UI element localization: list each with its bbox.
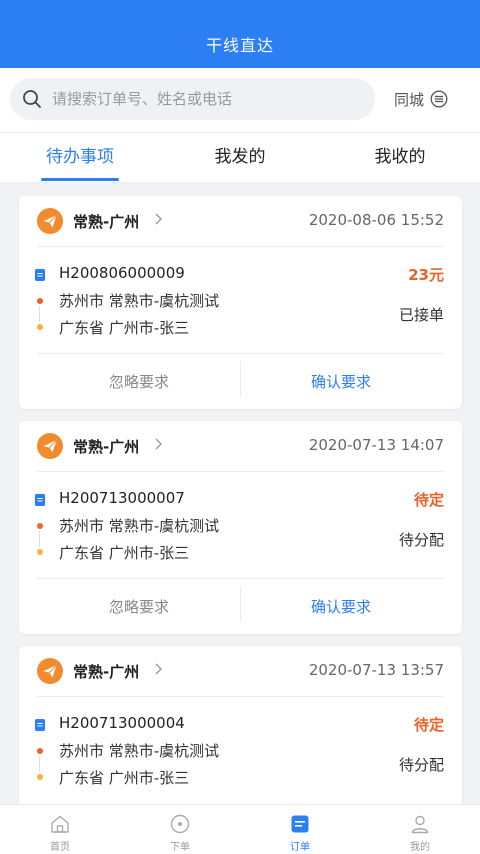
paper-plane-icon bbox=[37, 658, 63, 684]
destination-address: 广东省 广州市-张三 bbox=[59, 319, 190, 337]
order-price: 待定 bbox=[413, 491, 444, 509]
origin-dot bbox=[37, 523, 43, 529]
page-title: 干线直达 bbox=[205, 36, 274, 55]
nav-place-order-label: 下单 bbox=[170, 842, 190, 853]
paper-plane-icon bbox=[37, 433, 63, 459]
route-connector bbox=[39, 306, 40, 322]
tab-sent-label: 我发的 bbox=[214, 147, 266, 167]
nav-home[interactable]: 首页 bbox=[0, 805, 120, 854]
order-card-header[interactable]: 常熟-广州 2020-08-06 15:52 bbox=[19, 196, 462, 246]
tab-received-label: 我收的 bbox=[374, 147, 426, 167]
order-doc-icon bbox=[35, 719, 45, 731]
order-number: H200806000009 bbox=[59, 264, 185, 282]
route-connector bbox=[39, 756, 40, 772]
nav-orders-label: 订单 bbox=[290, 842, 310, 853]
order-doc-icon bbox=[35, 269, 45, 281]
order-time: 2020-08-06 15:52 bbox=[308, 211, 444, 229]
divider bbox=[37, 696, 444, 697]
order-card[interactable]: 常熟-广州 2020-07-13 13:57 H200713000004 待定 … bbox=[19, 646, 462, 804]
order-doc-icon bbox=[35, 494, 45, 506]
destination-address: 广东省 广州市-张三 bbox=[59, 544, 190, 562]
origin-dot bbox=[37, 298, 43, 304]
order-status: 待分配 bbox=[398, 756, 444, 774]
route-connector bbox=[39, 531, 40, 547]
chevron-right-icon bbox=[155, 663, 162, 675]
tab-active-indicator bbox=[41, 178, 119, 181]
order-card-header[interactable]: 常熟-广州 2020-07-13 13:57 bbox=[19, 646, 462, 696]
order-card[interactable]: 常熟-广州 2020-08-06 15:52 H200806000009 23元… bbox=[19, 196, 462, 409]
nav-home-label: 首页 bbox=[50, 842, 70, 853]
destination-dot bbox=[37, 324, 43, 330]
route-label: 常熟-广州 bbox=[73, 438, 140, 456]
tab-sent[interactable]: 我发的 bbox=[160, 133, 320, 183]
home-icon bbox=[51, 815, 69, 833]
origin-address: 苏州市 常熟市-虞杭测试 bbox=[59, 292, 220, 310]
ignore-request-button[interactable]: 忽略要求 bbox=[39, 596, 239, 617]
search-box[interactable] bbox=[10, 78, 375, 120]
nav-profile[interactable]: 我的 bbox=[360, 805, 480, 854]
order-status: 待分配 bbox=[398, 531, 444, 549]
place-order-icon bbox=[170, 814, 190, 834]
bottom-nav: 首页 下单 订单 我的 bbox=[0, 804, 480, 854]
search-input[interactable] bbox=[52, 78, 367, 120]
order-time: 2020-07-13 14:07 bbox=[308, 436, 444, 454]
destination-address: 广东省 广州市-张三 bbox=[59, 769, 190, 787]
order-number: H200713000004 bbox=[59, 714, 185, 732]
order-card[interactable]: 常熟-广州 2020-07-13 14:07 H200713000007 待定 … bbox=[19, 421, 462, 634]
destination-dot bbox=[37, 549, 43, 555]
route-label: 常熟-广州 bbox=[73, 663, 140, 681]
chevron-right-icon bbox=[155, 213, 162, 225]
paper-plane-icon bbox=[37, 208, 63, 234]
card-actions: 忽略要求 确认要求 bbox=[19, 353, 462, 409]
top-bar: 干线直达 bbox=[0, 0, 480, 68]
profile-icon bbox=[411, 815, 429, 834]
tab-todo[interactable]: 待办事项 bbox=[0, 133, 160, 183]
nav-orders[interactable]: 订单 bbox=[240, 805, 360, 854]
order-price: 待定 bbox=[413, 716, 444, 734]
tab-received[interactable]: 我收的 bbox=[320, 133, 480, 183]
order-number: H200713000007 bbox=[59, 489, 185, 507]
destination-dot bbox=[37, 774, 43, 780]
nav-profile-label: 我的 bbox=[410, 842, 430, 853]
order-list[interactable]: 常熟-广州 2020-08-06 15:52 H200806000009 23元… bbox=[0, 182, 480, 804]
tab-bar: 待办事项 我发的 我收的 bbox=[0, 132, 480, 182]
search-bar: 同城 bbox=[0, 68, 480, 132]
nav-place-order[interactable]: 下单 bbox=[120, 805, 240, 854]
origin-address: 苏州市 常熟市-虞杭测试 bbox=[59, 742, 220, 760]
search-icon bbox=[23, 90, 41, 108]
order-price: 23元 bbox=[408, 266, 444, 284]
order-card-header[interactable]: 常熟-广州 2020-07-13 14:07 bbox=[19, 421, 462, 471]
card-actions: 忽略要求 确认要求 bbox=[19, 578, 462, 634]
order-time: 2020-07-13 13:57 bbox=[308, 661, 444, 679]
order-status: 已接单 bbox=[398, 306, 444, 324]
chevron-right-icon bbox=[155, 438, 162, 450]
same-city-label: 同城 bbox=[394, 90, 425, 109]
divider bbox=[37, 471, 444, 472]
confirm-request-button[interactable]: 确认要求 bbox=[241, 371, 441, 392]
route-label: 常熟-广州 bbox=[73, 213, 140, 231]
tab-todo-label: 待办事项 bbox=[46, 147, 114, 167]
menu-circle-icon bbox=[430, 90, 448, 108]
divider bbox=[37, 246, 444, 247]
confirm-request-button[interactable]: 确认要求 bbox=[241, 596, 441, 617]
origin-dot bbox=[37, 748, 43, 754]
same-city-button[interactable]: 同城 bbox=[394, 86, 448, 112]
orders-icon bbox=[291, 815, 309, 833]
origin-address: 苏州市 常熟市-虞杭测试 bbox=[59, 517, 220, 535]
ignore-request-button[interactable]: 忽略要求 bbox=[39, 371, 239, 392]
